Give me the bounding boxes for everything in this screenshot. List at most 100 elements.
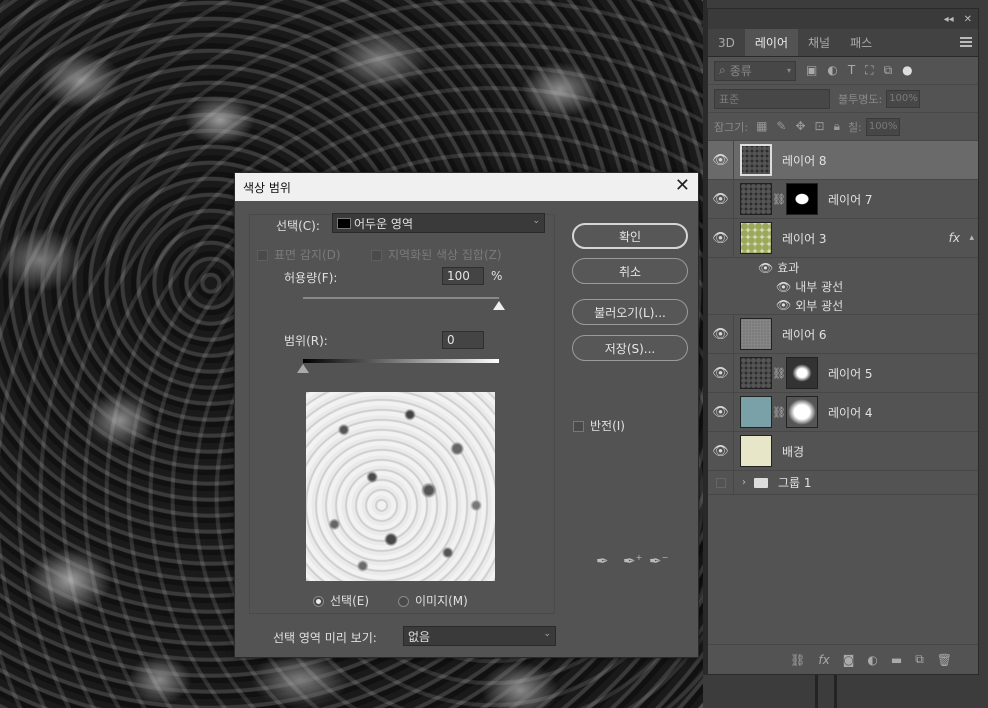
lock-position-icon[interactable]: ✥ xyxy=(795,119,805,134)
tab-layers[interactable]: 레이어 xyxy=(744,29,798,56)
fuzziness-slider-thumb[interactable] xyxy=(493,301,505,310)
ok-button[interactable]: 확인 xyxy=(572,223,688,249)
lock-transparent-icon[interactable]: ▦ xyxy=(756,119,767,134)
eye-icon[interactable]: 👁︎ xyxy=(708,354,734,392)
layer-mask-thumbnail[interactable] xyxy=(786,396,818,428)
save-button[interactable]: 저장(S)... xyxy=(572,335,688,361)
dialog-title: 색상 범위 xyxy=(243,180,291,195)
eye-icon[interactable]: 👁︎ xyxy=(776,298,791,312)
fill-input[interactable]: 100% xyxy=(865,117,900,136)
layer-name: 레이어 6 xyxy=(782,327,827,342)
layer-thumbnail xyxy=(740,222,772,254)
layer-thumbnail xyxy=(740,435,772,467)
selection-preview-value: 없음 xyxy=(408,629,431,644)
effects-label: 효과 xyxy=(777,261,800,275)
layer-row[interactable]: 👁︎ ⛓ 레이어 5 xyxy=(708,354,978,393)
panel-tabs: 3D 레이어 채널 패스 xyxy=(708,29,978,57)
folder-icon xyxy=(754,477,768,488)
layer-row[interactable]: 👁︎ 배경 xyxy=(708,432,978,471)
new-group-icon[interactable]: ▬ xyxy=(891,653,902,667)
tab-3d[interactable]: 3D xyxy=(708,29,745,56)
visibility-toggle[interactable] xyxy=(708,471,734,494)
fuzziness-input[interactable]: 100 xyxy=(442,267,484,285)
eye-icon[interactable]: 👁︎ xyxy=(708,315,734,353)
tab-paths[interactable]: 패스 xyxy=(840,29,882,56)
collapse-icon[interactable]: ◂◂ xyxy=(944,14,954,25)
trash-icon[interactable]: 🗑︎ xyxy=(937,653,952,667)
new-layer-icon[interactable]: ⧉ xyxy=(915,652,924,667)
link-icon[interactable]: ⛓ xyxy=(772,406,786,419)
tab-channels[interactable]: 채널 xyxy=(798,29,840,56)
select-dropdown[interactable]: 어두운 영역 ⌄ xyxy=(332,213,545,233)
fuzziness-label: 허용량(F): xyxy=(284,271,338,285)
add-style-icon[interactable]: fx xyxy=(818,653,829,667)
filter-kind-select[interactable]: ⌕ 종류 ▾ xyxy=(714,60,796,81)
layer-thumbnail xyxy=(740,318,772,350)
panel-menu-icon[interactable] xyxy=(960,37,972,47)
layer-name: 레이어 5 xyxy=(828,366,873,381)
lock-all-icon[interactable]: 🔒︎ xyxy=(834,119,840,134)
eye-icon[interactable]: 👁︎ xyxy=(708,432,734,470)
preview-image xyxy=(306,392,495,581)
image-filter-icon[interactable]: ▣ xyxy=(806,63,817,78)
link-icon[interactable]: ⛓ xyxy=(772,193,786,206)
add-mask-icon[interactable]: ◙ xyxy=(843,653,855,667)
effect-name: 내부 광선 xyxy=(795,280,844,294)
adjustment-layer-icon[interactable]: ◐ xyxy=(867,653,877,667)
range-slider-thumb[interactable] xyxy=(297,364,309,373)
lock-image-icon[interactable]: ✎ xyxy=(776,119,786,134)
chevron-up-icon[interactable]: ▴ xyxy=(969,233,974,243)
search-icon: ⌕ xyxy=(719,63,726,77)
fx-icon[interactable]: fx xyxy=(949,231,960,245)
eye-icon[interactable]: 👁︎ xyxy=(708,180,734,218)
range-slider[interactable] xyxy=(303,359,499,363)
eye-icon[interactable]: 👁︎ xyxy=(708,141,734,179)
layer-row[interactable]: 👁︎ ⛓ 레이어 4 xyxy=(708,393,978,432)
eye-icon[interactable]: 👁︎ xyxy=(776,280,791,294)
link-icon[interactable]: ⛓ xyxy=(772,367,786,380)
layer-name: 레이어 8 xyxy=(782,153,827,168)
layer-mask-thumbnail[interactable] xyxy=(786,357,818,389)
load-button[interactable]: 불러오기(L)... xyxy=(572,299,688,325)
radio-selection[interactable]: 선택(E) xyxy=(313,592,369,609)
lock-artboard-icon[interactable]: ⊡ xyxy=(815,119,825,134)
layer-thumbnail xyxy=(740,357,772,389)
layer-row[interactable]: 👁︎ ⛓ 레이어 7 xyxy=(708,180,978,219)
eyedropper-minus-icon[interactable]: ✒− xyxy=(649,552,668,570)
fuzziness-slider[interactable] xyxy=(303,297,499,299)
filter-kind-label: 종류 xyxy=(729,64,752,78)
eye-icon[interactable]: 👁︎ xyxy=(708,219,734,257)
invert-checkbox[interactable]: 반전(I) xyxy=(573,417,625,434)
selection-preview[interactable] xyxy=(306,392,495,581)
fill-label: 칠: xyxy=(848,120,862,134)
opacity-input[interactable]: 100% xyxy=(886,89,921,108)
selection-preview-dropdown[interactable]: 없음 ⌄ xyxy=(403,626,556,646)
close-icon[interactable]: ✕ xyxy=(675,177,690,195)
cancel-button[interactable]: 취소 xyxy=(572,258,688,284)
layer-row[interactable]: 👁︎ 레이어 8 xyxy=(708,141,978,180)
eyedropper-icon[interactable]: ✒ xyxy=(596,552,609,570)
eyedropper-plus-icon[interactable]: ✒+ xyxy=(623,552,642,570)
radio-image[interactable]: 이미지(M) xyxy=(398,592,468,609)
type-filter-icon[interactable]: T xyxy=(848,63,855,78)
effect-row[interactable]: 👁︎ 내부 광선 xyxy=(708,277,978,296)
shape-filter-icon[interactable]: ⛶ xyxy=(865,63,873,78)
color-range-dialog: 색상 범위 ✕ 선택(C): 어두운 영역 ⌄ 표면 감지(D) 지역화된 색상… xyxy=(234,172,699,658)
effects-row[interactable]: 👁︎ 효과 xyxy=(708,258,978,277)
layer-row[interactable]: 👁︎ 레이어 3 fx ▴ xyxy=(708,219,978,258)
effect-row[interactable]: 👁︎ 외부 광선 xyxy=(708,296,978,315)
bottom-strip xyxy=(703,675,988,708)
link-layers-icon[interactable]: ⛓ xyxy=(790,653,805,667)
filter-toggle-icon[interactable]: ● xyxy=(902,63,912,78)
layer-mask-thumbnail[interactable] xyxy=(786,183,818,215)
close-icon[interactable]: ✕ xyxy=(964,14,972,25)
layer-row[interactable]: 👁︎ 레이어 6 xyxy=(708,315,978,354)
chevron-right-icon[interactable]: › xyxy=(742,477,746,488)
adjustment-filter-icon[interactable]: ◐ xyxy=(827,63,837,78)
group-row[interactable]: › 그룹 1 xyxy=(708,471,978,495)
eye-icon[interactable]: 👁︎ xyxy=(708,393,734,431)
blend-mode-select[interactable]: 표준 xyxy=(714,88,830,109)
eye-icon[interactable]: 👁︎ xyxy=(758,261,773,275)
smart-object-filter-icon[interactable]: ⧉ xyxy=(884,63,893,78)
range-input[interactable]: 0 xyxy=(442,331,484,349)
